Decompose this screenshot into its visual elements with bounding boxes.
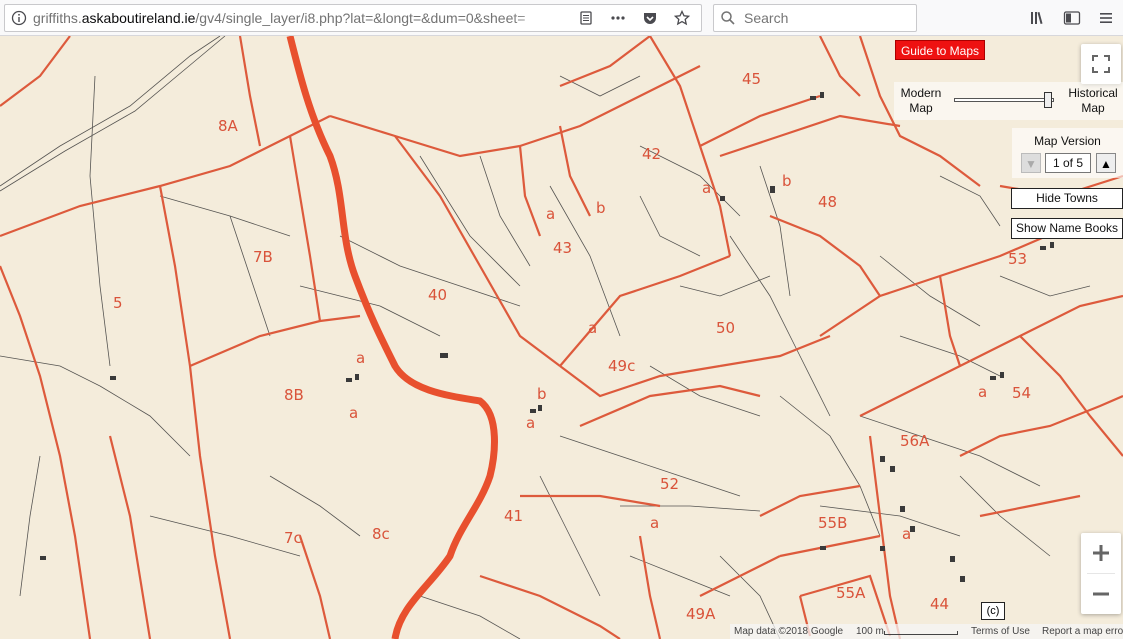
copyright-box[interactable]: (c) xyxy=(981,602,1005,620)
show-name-books-button[interactable]: Show Name Books xyxy=(1011,218,1123,239)
plot-label: 52 xyxy=(660,475,679,493)
zoom-in-button[interactable] xyxy=(1081,533,1121,573)
plot-label: b xyxy=(596,199,606,217)
plot-label: 7c xyxy=(284,529,302,547)
historical-map[interactable]: 8A 45 42 a b b 48 7B 43 53 5 40 a a 50 4… xyxy=(0,36,1123,639)
plot-label: 55A xyxy=(836,584,866,602)
sidebar-icon[interactable] xyxy=(1055,4,1089,32)
plot-label: a xyxy=(650,514,659,532)
modern-label-line2: Map xyxy=(909,101,933,115)
plot-label: a xyxy=(546,205,555,223)
plot-label: 49c xyxy=(608,357,635,375)
historical-map-label: Historical Map xyxy=(1064,86,1122,116)
plot-label: 44 xyxy=(930,595,949,613)
url-prefix: griffiths. xyxy=(33,10,82,26)
url-path: /gv4/single_layer/i8.php?lat=&longt=&dum… xyxy=(195,10,526,26)
plot-label: a xyxy=(588,319,597,337)
menu-icon[interactable] xyxy=(1089,4,1123,32)
plot-label: 49A xyxy=(686,605,716,623)
url-actions xyxy=(573,6,701,30)
bookmark-star-icon[interactable] xyxy=(669,6,695,30)
more-icon[interactable] xyxy=(605,6,631,30)
guide-to-maps-button[interactable]: Guide to Maps xyxy=(895,40,985,60)
zoom-out-button[interactable] xyxy=(1081,574,1121,614)
terms-link[interactable]: Terms of Use xyxy=(971,624,1030,639)
plot-label: 5 xyxy=(113,294,123,312)
slider-handle[interactable] xyxy=(1044,92,1052,108)
plot-label: 7B xyxy=(253,248,273,266)
browser-toolbar: griffiths.askaboutireland.ie/gv4/single_… xyxy=(0,0,1123,36)
modern-map-label: Modern Map xyxy=(896,86,946,116)
plot-label: b xyxy=(537,385,547,403)
map-version-title: Map Version xyxy=(1034,134,1101,148)
reader-view-icon[interactable] xyxy=(573,6,599,30)
plot-label: 45 xyxy=(742,70,761,88)
plus-icon xyxy=(1093,545,1109,561)
plot-label: 40 xyxy=(428,286,447,304)
plot-label: 50 xyxy=(716,319,735,337)
url-text[interactable]: griffiths.askaboutireland.ie/gv4/single_… xyxy=(33,10,573,26)
fullscreen-button[interactable] xyxy=(1081,44,1121,84)
scale-bar xyxy=(884,631,958,635)
map-opacity-slider-panel: Modern Map Historical Map xyxy=(894,82,1123,120)
plot-label: 55B xyxy=(818,514,847,532)
plot-boundaries xyxy=(0,36,1123,639)
historical-label-line1: Historical xyxy=(1068,86,1118,100)
plot-label: a xyxy=(526,414,535,432)
plot-label: 54 xyxy=(1012,384,1031,402)
version-value: 1 of 5 xyxy=(1045,153,1091,173)
plot-label: a xyxy=(902,525,911,543)
scale-label: 100 m xyxy=(856,626,884,637)
plot-label: 53 xyxy=(1008,250,1027,268)
url-fade xyxy=(509,6,569,30)
plot-label: b xyxy=(782,172,792,190)
fullscreen-icon xyxy=(1092,55,1110,73)
hide-towns-button[interactable]: Hide Towns xyxy=(1011,188,1123,209)
browser-right-tools xyxy=(1021,4,1123,32)
zoom-controls xyxy=(1081,533,1121,614)
report-error-link[interactable]: Report a map error xyxy=(1042,624,1123,639)
info-icon[interactable] xyxy=(5,5,33,31)
url-domain: askaboutireland.ie xyxy=(81,10,196,26)
plot-label: a xyxy=(978,383,987,401)
map-canvas[interactable]: 8A 45 42 a b b 48 7B 43 53 5 40 a a 50 4… xyxy=(0,36,1123,639)
version-up-button[interactable]: ▲ xyxy=(1096,153,1116,173)
plot-label: a xyxy=(349,404,358,422)
url-bar[interactable]: griffiths.askaboutireland.ie/gv4/single_… xyxy=(4,4,702,32)
plot-label: 41 xyxy=(504,507,523,525)
pocket-icon[interactable] xyxy=(637,6,663,30)
plot-label: 43 xyxy=(553,239,572,257)
plot-label: a xyxy=(356,349,365,367)
map-attribution: Map data ©2018 Google 100 m Terms of Use… xyxy=(730,624,1123,639)
river xyxy=(286,36,498,639)
search-input[interactable] xyxy=(742,9,906,27)
plot-label: 8c xyxy=(372,525,390,543)
minus-icon xyxy=(1093,592,1109,596)
map-version-panel: Map Version ▼ 1 of 5 ▲ xyxy=(1012,128,1123,178)
plot-label: 56A xyxy=(900,432,930,450)
historical-label-line2: Map xyxy=(1081,101,1105,115)
search-icon xyxy=(714,10,742,26)
field-boundaries xyxy=(0,36,1091,639)
slider-track[interactable] xyxy=(954,98,1054,102)
plot-label: 42 xyxy=(642,145,661,163)
version-down-button[interactable]: ▼ xyxy=(1021,153,1041,173)
library-icon[interactable] xyxy=(1021,4,1055,32)
plot-label: 8B xyxy=(284,386,304,404)
plot-label: 8A xyxy=(218,117,239,135)
plot-label: 48 xyxy=(818,193,837,211)
plot-label: a xyxy=(702,179,711,197)
map-data-credit: Map data ©2018 Google xyxy=(734,626,844,637)
modern-label-line1: Modern xyxy=(900,86,942,100)
search-bar[interactable] xyxy=(713,4,917,32)
